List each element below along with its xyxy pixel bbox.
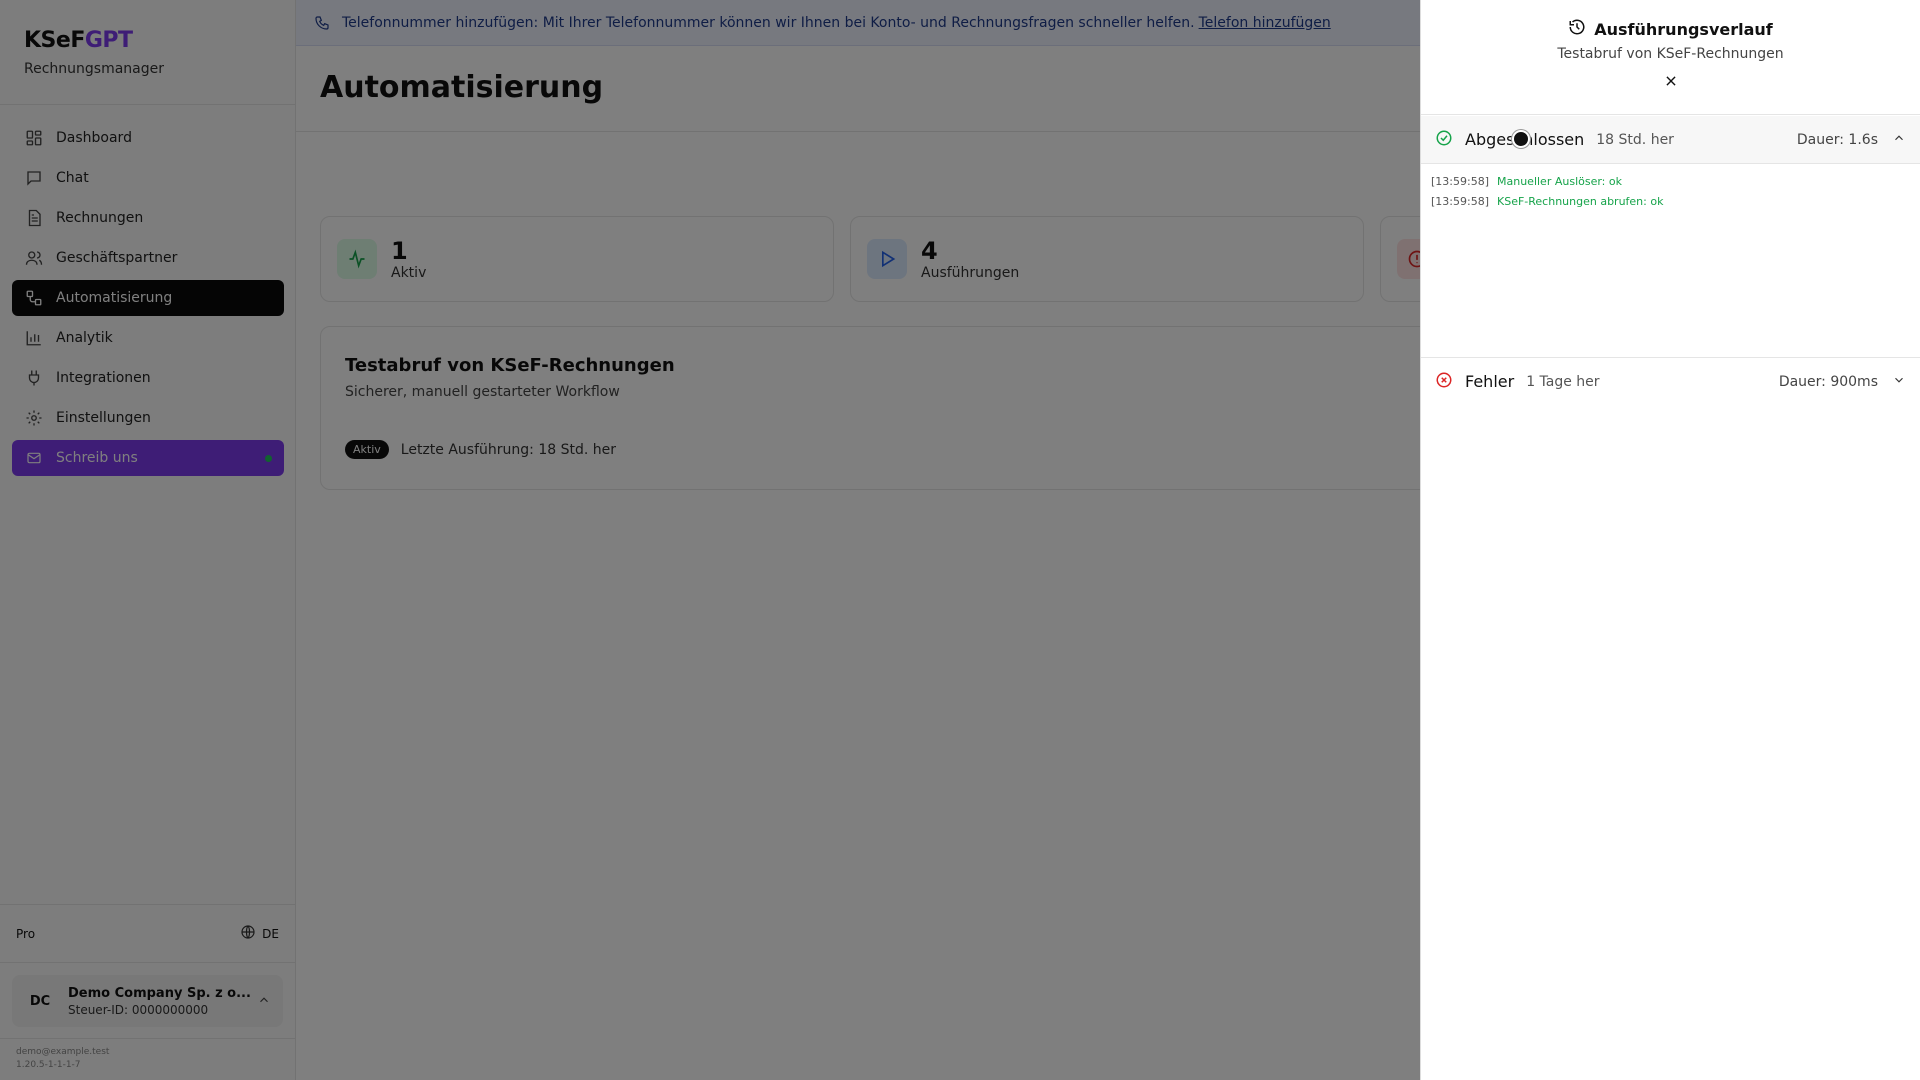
log-time: [13:59:58] [1431, 175, 1489, 188]
run-row-error[interactable]: Fehler 1 Tage her Dauer: 900ms [1421, 357, 1920, 405]
log-line: [13:59:58] KSeF-Rechnungen abrufen: ok [1431, 192, 1663, 212]
modal-backdrop[interactable] [0, 0, 1420, 1080]
chevron-down-icon [1892, 372, 1906, 391]
execution-history-panel: Ausführungsverlauf Testabruf von KSeF-Re… [1420, 0, 1920, 1080]
log-message: Manueller Auslöser: ok [1497, 175, 1622, 188]
run-duration: Dauer: 900ms [1778, 373, 1878, 390]
close-icon [1664, 73, 1678, 92]
run-time-ago: 18 Std. her [1596, 131, 1674, 148]
run-status: Fehler [1465, 372, 1515, 391]
close-button[interactable] [1661, 72, 1681, 92]
run-time-ago: 1 Tage her [1526, 373, 1600, 390]
run-row-success[interactable]: Abgeschlossen 18 Std. her Dauer: 1.6s [1421, 116, 1920, 164]
check-circle-icon [1435, 129, 1453, 151]
log-message: KSeF-Rechnungen abrufen: ok [1497, 195, 1664, 208]
panel-subtitle: Testabruf von KSeF-Rechnungen [1557, 46, 1784, 62]
mouse-cursor [1512, 130, 1530, 148]
divider [1421, 114, 1920, 115]
panel-header: Ausführungsverlauf Testabruf von KSeF-Re… [1421, 18, 1920, 63]
panel-title-text: Ausführungsverlauf [1594, 19, 1773, 39]
panel-title: Ausführungsverlauf [1568, 18, 1773, 40]
log-line: [13:59:58] Manueller Auslöser: ok [1431, 172, 1663, 192]
run-duration: Dauer: 1.6s [1796, 131, 1878, 148]
history-icon [1568, 18, 1586, 40]
log-time: [13:59:58] [1431, 195, 1489, 208]
chevron-up-icon [1892, 130, 1906, 149]
run-logs: [13:59:58] Manueller Auslöser: ok [13:59… [1431, 172, 1663, 212]
x-circle-icon [1435, 371, 1453, 393]
